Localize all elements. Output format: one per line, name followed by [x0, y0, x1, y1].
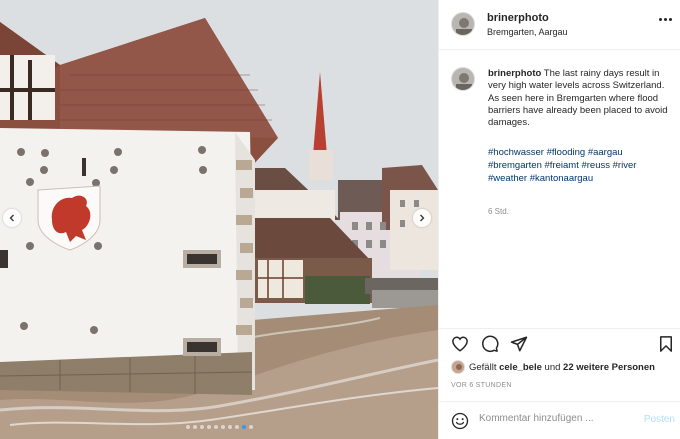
hashtag-link[interactable]: #river: [613, 160, 637, 171]
post-timestamp[interactable]: VOR 6 STUNDEN: [451, 382, 512, 389]
hashtag-link[interactable]: #freiamt: [545, 160, 579, 171]
caption-text: brinerphoto The last rainy days result i…: [488, 68, 674, 129]
paper-plane-icon[interactable]: [510, 335, 528, 353]
heart-icon[interactable]: [451, 335, 469, 353]
comment-input[interactable]: [479, 413, 629, 424]
avatar-image: [452, 361, 464, 373]
carousel-dot: [220, 425, 225, 429]
post-photo[interactable]: [0, 0, 438, 439]
comment-icon[interactable]: [481, 335, 499, 353]
likes-summary: Gefällt cele_bele und 22 weitere Persone…: [451, 360, 655, 374]
caption-section: brinerphoto The last rainy days result i…: [439, 50, 680, 328]
carousel-dot: [234, 425, 239, 429]
carousel-dot: [192, 425, 197, 429]
smiley-icon[interactable]: [451, 412, 469, 430]
carousel-dot: [213, 425, 218, 429]
caption-username[interactable]: brinerphoto: [488, 68, 541, 79]
carousel-dot: [185, 425, 190, 429]
carousel-dot: [241, 425, 246, 429]
carousel-dot: [227, 425, 232, 429]
hashtag-link[interactable]: #kantonaargau: [530, 173, 593, 184]
next-image-button[interactable]: [413, 209, 431, 227]
more-options-icon[interactable]: [659, 18, 672, 21]
likes-others-link[interactable]: 22 weitere Personen: [563, 362, 655, 373]
action-bar: [439, 328, 680, 356]
post-username[interactable]: brinerphoto: [487, 12, 549, 24]
likes-prefix: Gefällt: [469, 361, 497, 373]
caption-avatar[interactable]: [451, 67, 475, 91]
avatar[interactable]: [451, 12, 475, 36]
avatar-image: [452, 68, 474, 90]
post-comment-button[interactable]: Posten: [644, 414, 675, 425]
avatar-image: [452, 13, 474, 35]
comment-bar: Posten: [439, 401, 680, 439]
carousel-dot: [248, 425, 253, 429]
hashtag-link[interactable]: #flooding: [547, 147, 586, 158]
carousel-dot: [199, 425, 204, 429]
hashtag-link[interactable]: #bremgarten: [488, 160, 542, 171]
carousel-indicator: [0, 425, 438, 429]
liker-username[interactable]: cele_bele: [499, 362, 542, 373]
carousel-dot: [206, 425, 211, 429]
liker-avatar[interactable]: [451, 360, 465, 374]
hashtag-link[interactable]: #reuss: [581, 160, 610, 171]
flood-photo-illustration: [0, 0, 438, 439]
bookmark-icon[interactable]: [657, 335, 675, 353]
hashtag-link[interactable]: #aargau: [588, 147, 623, 158]
hashtag-link[interactable]: #weather: [488, 173, 527, 184]
post-location[interactable]: Bremgarten, Aargau: [487, 27, 568, 37]
post-details-panel: brinerphoto Bremgarten, Aargau brinerpho…: [438, 0, 680, 439]
caption-time-ago: 6 Std.: [488, 207, 509, 216]
chevron-left-icon: [9, 214, 14, 222]
hashtag-list: #hochwasser #flooding #aargau #bremgarte…: [488, 146, 674, 185]
hashtag-link[interactable]: #hochwasser: [488, 147, 544, 158]
post-header: brinerphoto Bremgarten, Aargau: [439, 0, 680, 50]
chevron-right-icon: [420, 214, 425, 222]
previous-image-button[interactable]: [3, 209, 21, 227]
likes-middle: und: [544, 361, 561, 373]
